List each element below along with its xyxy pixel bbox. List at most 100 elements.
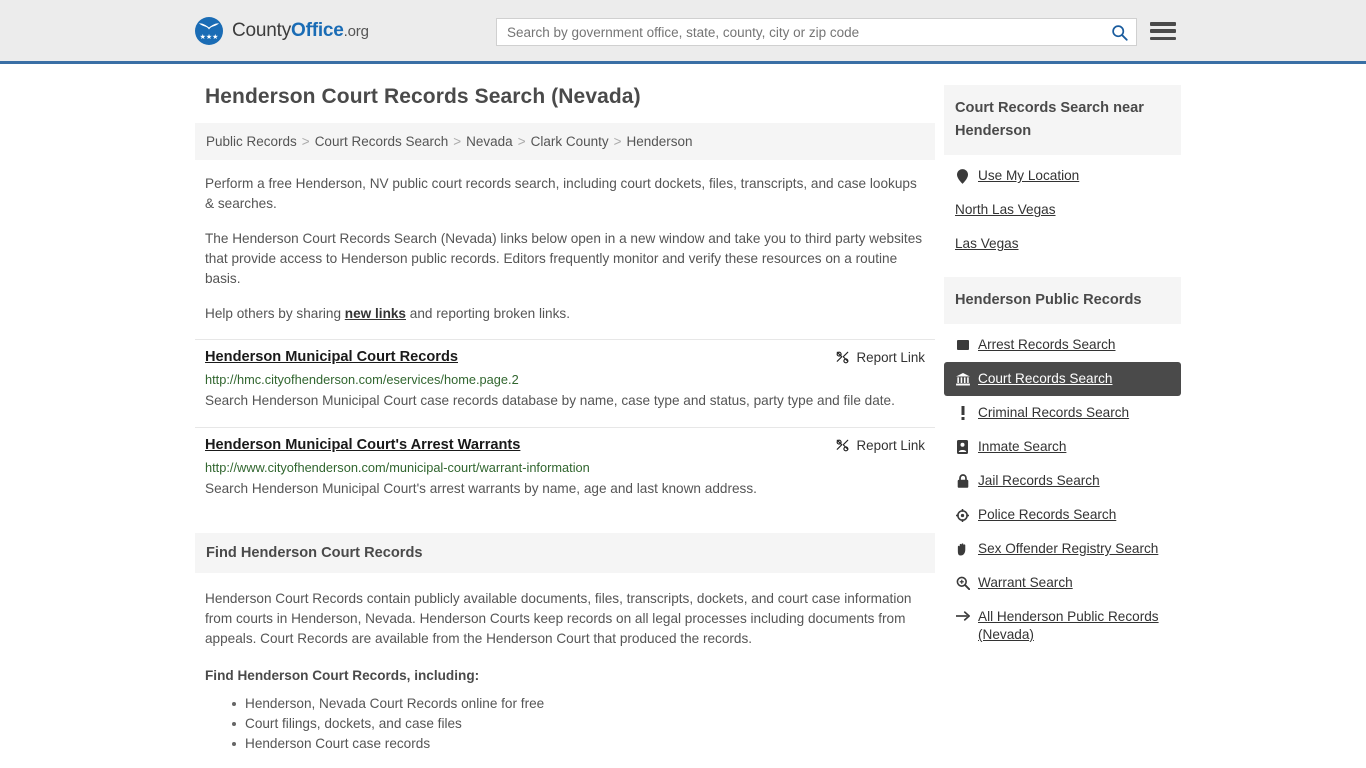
search-button[interactable] — [1102, 19, 1136, 45]
records-widget: Henderson Public Records Arrest Records … — [944, 277, 1181, 652]
square-shape — [956, 340, 969, 350]
main-column: Henderson Court Records Search (Nevada) … — [195, 85, 935, 754]
content-container: Henderson Court Records Search (Nevada) … — [0, 64, 1366, 754]
arrow-right-shape — [955, 611, 970, 621]
report-link-label: Report Link — [856, 350, 925, 365]
courthouse-icon — [955, 372, 970, 386]
courthouse-shape — [955, 372, 970, 385]
logo-stars: ★★★ — [199, 33, 219, 41]
find-section-list-heading: Find Henderson Court Records, including: — [205, 668, 480, 683]
police-badge-icon — [955, 508, 970, 522]
site-logo[interactable]: ★★★ CountyOffice.org — [195, 16, 369, 45]
new-links-link[interactable]: new links — [345, 306, 406, 321]
sidebar-item-las-vegas[interactable]: Las Vegas — [944, 227, 1181, 261]
sidebar-item-north-las-vegas[interactable]: North Las Vegas — [944, 193, 1181, 227]
sidebar-item-label: Warrant Search — [978, 575, 1073, 590]
result-header: Henderson Municipal Court's Arrest Warra… — [205, 437, 925, 453]
sidebar-item-label: All Henderson Public Records (Nevada) — [978, 609, 1159, 642]
find-section-list: Henderson, Nevada Court Records online f… — [205, 694, 925, 754]
hand-icon — [955, 542, 970, 556]
eagle-shield-icon: ★★★ — [195, 16, 223, 45]
sidebar-item-jail-records-search[interactable]: Jail Records Search — [944, 464, 1181, 498]
find-section-heading: Find Henderson Court Records — [195, 533, 935, 573]
second-paragraph: The Henderson Court Records Search (Neva… — [205, 231, 923, 286]
page-body: Henderson Court Records Search (Nevada) … — [0, 64, 1366, 754]
sidebar-item-warrant-search[interactable]: Warrant Search — [944, 566, 1181, 600]
breadcrumb: Public Records > Court Records Search > Neva… — [195, 123, 935, 160]
magnifier-plus-shape — [956, 576, 970, 590]
exclamation-shape — [961, 406, 964, 420]
broken-link-icon — [836, 351, 848, 364]
intro-paragraph: Perform a free Henderson, NV public cour… — [205, 176, 917, 211]
breadcrumb-item-henderson[interactable]: Henderson — [627, 134, 693, 149]
map-pin-icon — [955, 168, 970, 184]
near-widget-heading: Court Records Search near Henderson — [944, 85, 1181, 155]
search-icon — [1111, 24, 1128, 41]
exclamation-icon — [955, 406, 970, 420]
list-item: Henderson, Nevada Court Records online f… — [232, 694, 925, 714]
near-widget-body: Use My Location North Las Vegas Las Vega… — [944, 155, 1181, 261]
result-title-link[interactable]: Henderson Municipal Court's Arrest Warra… — [205, 437, 520, 453]
result-item: Henderson Municipal Court's Arrest Warra… — [195, 427, 935, 505]
breadcrumb-item-court-records-search[interactable]: Court Records Search — [315, 134, 449, 149]
report-link-label: Report Link — [856, 438, 925, 453]
sidebar-item-court-records-search[interactable]: Court Records Search — [944, 362, 1181, 396]
police-badge-shape — [956, 508, 969, 522]
result-description: Search Henderson Municipal Court's arres… — [205, 481, 757, 496]
brand-text: CountyOffice.org — [232, 20, 369, 42]
sidebar-item-label: Arrest Records Search — [978, 337, 1116, 352]
sidebar-item-label: Use My Location — [978, 168, 1080, 183]
page-title: Henderson Court Records Search (Nevada) — [205, 85, 641, 108]
lock-icon — [955, 474, 970, 488]
result-header: Henderson Municipal Court Records Report… — [205, 349, 925, 365]
search-input[interactable] — [497, 19, 1102, 45]
sidebar-item-arrest-records-search[interactable]: Arrest Records Search — [944, 328, 1181, 362]
brand-part-office: Office — [291, 19, 344, 41]
lock-shape — [957, 474, 968, 488]
records-widget-body: Arrest Records Search Court Records Sear… — [944, 324, 1181, 652]
find-section-body: Henderson Court Records contain publicly… — [195, 589, 935, 754]
sidebar-item-use-my-location[interactable]: Use My Location — [944, 159, 1181, 193]
hamburger-bar-3 — [1150, 36, 1176, 40]
map-pin-shape — [957, 168, 968, 184]
near-widget: Court Records Search near Henderson Use … — [944, 85, 1181, 261]
sidebar-item-label: Las Vegas — [955, 236, 1019, 251]
broken-link-icon — [836, 439, 848, 452]
help-suffix: and reporting broken links. — [406, 306, 570, 321]
result-url[interactable]: http://hmc.cityofhenderson.com/eservices… — [205, 372, 925, 387]
id-card-shape — [957, 440, 968, 454]
brand-part-org: .org — [343, 22, 369, 40]
breadcrumb-item-public-records[interactable]: Public Records — [206, 134, 297, 149]
list-item: Court filings, dockets, and case files — [232, 714, 925, 734]
breadcrumb-separator-1: > — [301, 134, 310, 149]
sidebar-item-label: Inmate Search — [978, 439, 1067, 454]
breadcrumb-separator-3: > — [517, 134, 526, 149]
breadcrumb-item-nevada[interactable]: Nevada — [466, 134, 513, 149]
arrow-right-icon — [955, 610, 970, 622]
hand-shape — [957, 543, 966, 556]
breadcrumb-item-clark-county[interactable]: Clark County — [531, 134, 609, 149]
sidebar-item-label: North Las Vegas — [955, 202, 1056, 217]
sidebar-item-police-records-search[interactable]: Police Records Search — [944, 498, 1181, 532]
sidebar-item-all-henderson-public-records[interactable]: All Henderson Public Records (Nevada) — [944, 600, 1181, 652]
sidebar-item-label: Court Records Search — [978, 371, 1113, 386]
help-prefix: Help others by sharing — [205, 306, 345, 321]
sidebar-item-criminal-records-search[interactable]: Criminal Records Search — [944, 396, 1181, 430]
result-title-link[interactable]: Henderson Municipal Court Records — [205, 349, 458, 365]
square-badge-icon — [955, 339, 970, 351]
sidebar: Court Records Search near Henderson Use … — [944, 85, 1181, 754]
result-description: Search Henderson Municipal Court case re… — [205, 393, 895, 408]
breadcrumb-separator-4: > — [613, 134, 622, 149]
list-item: Henderson Court case records — [232, 734, 925, 754]
report-link-button[interactable]: Report Link — [835, 438, 925, 453]
records-widget-heading: Henderson Public Records — [944, 277, 1181, 324]
hamburger-bar-2 — [1150, 29, 1176, 33]
hamburger-menu-icon[interactable] — [1150, 20, 1176, 42]
sidebar-item-inmate-search[interactable]: Inmate Search — [944, 430, 1181, 464]
id-card-icon — [955, 440, 970, 454]
result-url[interactable]: http://www.cityofhenderson.com/municipal… — [205, 460, 925, 475]
magnifier-plus-icon — [955, 576, 970, 590]
report-link-button[interactable]: Report Link — [835, 350, 925, 365]
sidebar-item-sex-offender-registry-search[interactable]: Sex Offender Registry Search — [944, 532, 1181, 566]
eagle-wing-shape — [199, 22, 219, 29]
